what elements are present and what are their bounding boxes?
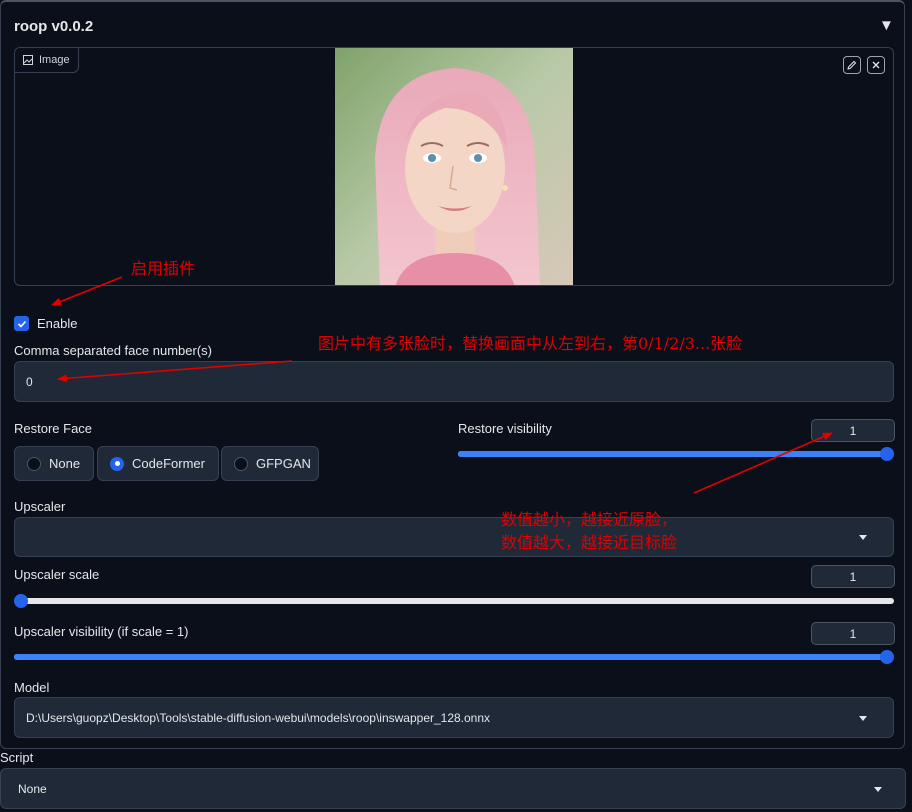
radio-gfpgan-dot [234,456,248,471]
faces-label: Comma separated face number(s) [14,343,212,358]
triangle-down-icon[interactable]: ▼ [879,17,894,34]
upscaler-scale-slider[interactable] [14,594,894,608]
radio-gfpgan-label: GFPGAN [256,456,311,471]
radio-codeformer-label: CodeFormer [132,456,205,471]
radio-none-label: None [49,456,81,471]
script-value: None [18,781,47,796]
upscaler-visibility-thumb[interactable] [880,650,894,664]
script-label: Script [0,750,34,765]
pencil-icon[interactable] [843,56,861,74]
restore-visibility-number[interactable]: 1 [811,419,895,442]
panel-title: roop v0.0.2 [14,18,94,35]
radio-none-dot [27,456,41,471]
upscaler-scale-label: Upscaler scale [14,567,100,582]
radio-gfpgan[interactable]: GFPGAN [221,446,319,481]
chevron-down-icon [859,715,867,721]
image-label-text: Image [39,54,70,66]
enable-checkbox-row[interactable]: Enable [14,316,77,331]
upscaler-visibility-slider[interactable] [14,650,894,664]
roop-panel: roop v0.0.2 ▼ Image Enable Comma separat… [0,0,905,749]
enable-label: Enable [37,316,78,331]
annotation-visibility-note-1: 数值越小，越接近原脸， [501,510,678,529]
upscaler-scale-thumb[interactable] [14,594,28,608]
image-label-tag: Image [15,48,79,73]
model-label: Model [14,680,50,695]
restore-visibility-label: Restore visibility [458,421,552,436]
upscaler-scale-number[interactable]: 1 [811,565,895,588]
upscaler-visibility-fill [14,654,887,660]
annotation-visibility-note-2: 数值越大，越接近目标脸 [501,533,678,552]
chevron-down-icon [874,786,882,792]
restore-face-label: Restore Face [14,421,93,436]
model-dropdown[interactable]: D:\Users\guopz\Desktop\Tools\stable-diff… [14,697,894,738]
upscaler-dropdown[interactable] [14,517,894,557]
close-icon[interactable] [867,56,885,74]
image-upload-area[interactable]: Image [14,47,894,286]
chevron-down-icon [859,535,867,540]
restore-visibility-thumb[interactable] [880,447,894,461]
image-icon [23,55,33,65]
enable-checkbox[interactable] [14,316,29,331]
faces-input-value: 0 [26,374,33,389]
checkmark-icon [17,320,26,328]
upscaler-visibility-number[interactable]: 1 [811,622,895,645]
radio-codeformer-dot [110,456,124,471]
script-dropdown[interactable]: None [0,768,906,809]
faces-input[interactable]: 0 [14,361,894,402]
restore-visibility-slider[interactable] [458,447,894,461]
model-value: D:\Users\guopz\Desktop\Tools\stable-diff… [26,710,491,725]
annotation-enable-note: 启用插件 [131,259,196,278]
upscaler-visibility-label: Upscaler visibility (if scale = 1) [14,624,189,639]
uploaded-portrait-image [335,48,573,285]
radio-codeformer[interactable]: CodeFormer [97,446,219,481]
annotation-faces-note: 图片中有多张脸时，替换画面中从左到右，第0/1/2/3...张脸 [318,334,743,353]
radio-none[interactable]: None [14,446,94,481]
upscaler-label: Upscaler [14,499,66,514]
restore-visibility-fill [458,451,887,457]
